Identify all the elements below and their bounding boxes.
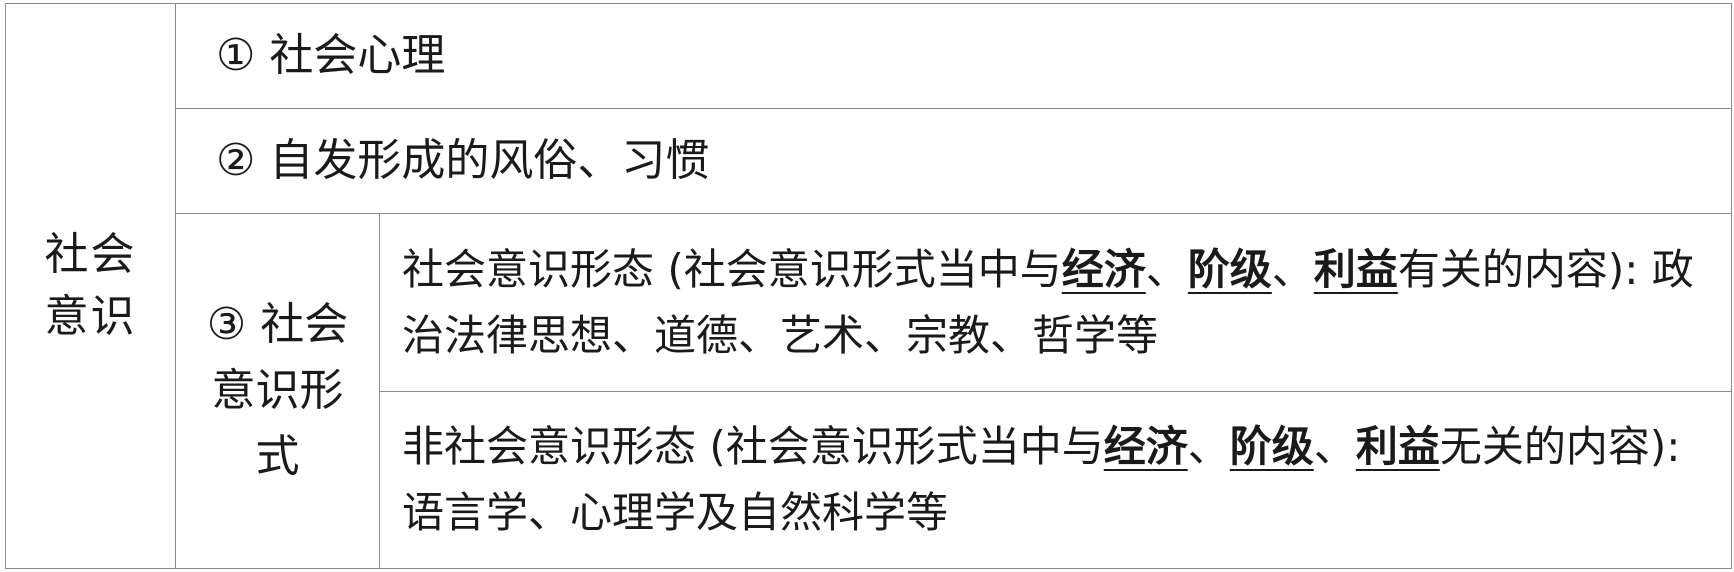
item-label-customs: ② 自发形成的风俗、习惯 — [216, 135, 710, 187]
ideology-detail-cell: 社会意识形态 (社会意识形式当中与经济、阶级、利益有关的内容): 政治法律思想、… — [379, 213, 1732, 392]
ideology-lead-text: 社会意识形态 (社会意识形式当中与 — [402, 244, 1062, 294]
non-ideology-separator: 、 — [1187, 421, 1230, 471]
table-row: 社会意识 ① 社会心理 — [5, 2, 1732, 569]
ideology-keyword-class: 阶级 — [1187, 244, 1272, 294]
item-label-social-psychology: ① 社会心理 — [216, 30, 446, 82]
ideology-keyword-economy: 经济 — [1061, 244, 1146, 294]
non-ideology-lead-text: 非社会意识形态 (社会意识形式当中与 — [402, 421, 1104, 471]
non-ideology-separator: 、 — [1313, 421, 1356, 471]
non-ideology-keyword-interest: 利益 — [1355, 421, 1440, 471]
root-category-label: 社会意识 — [44, 229, 137, 342]
ideology-separator: 、 — [1145, 244, 1188, 294]
knowledge-table: 社会意识 ① 社会心理 ② 自发形成的风俗、习惯 ③ 社会意识形式 社会意识形态… — [5, 2, 1732, 570]
knowledge-table-frame: 社会意识 ① 社会心理 ② 自发形成的风俗、习惯 ③ 社会意识形式 社会意识形态… — [5, 2, 1732, 570]
forms-category-label: ③ 社会意识形式 — [206, 299, 349, 483]
forms-category-cell: ③ 社会意识形式 — [175, 213, 380, 569]
ideology-keyword-interest: 利益 — [1313, 244, 1398, 294]
item-cell-customs: ② 自发形成的风俗、习惯 — [175, 108, 1732, 215]
table-row: ③ 社会意识形式 社会意识形态 (社会意识形式当中与经济、阶级、利益有关的内容)… — [6, 213, 1732, 569]
non-ideology-keyword-economy: 经济 — [1103, 421, 1188, 471]
root-category-cell: 社会意识 — [5, 3, 176, 569]
table-row: ② 自发形成的风俗、习惯 — [6, 108, 1732, 215]
ideology-separator: 、 — [1271, 244, 1314, 294]
non-ideology-detail-cell: 非社会意识形态 (社会意识形式当中与经济、阶级、利益无关的内容): 语言学、心理… — [379, 390, 1732, 570]
item-cell-social-psychology: ① 社会心理 — [175, 2, 1732, 110]
non-ideology-keyword-class: 阶级 — [1229, 421, 1314, 471]
